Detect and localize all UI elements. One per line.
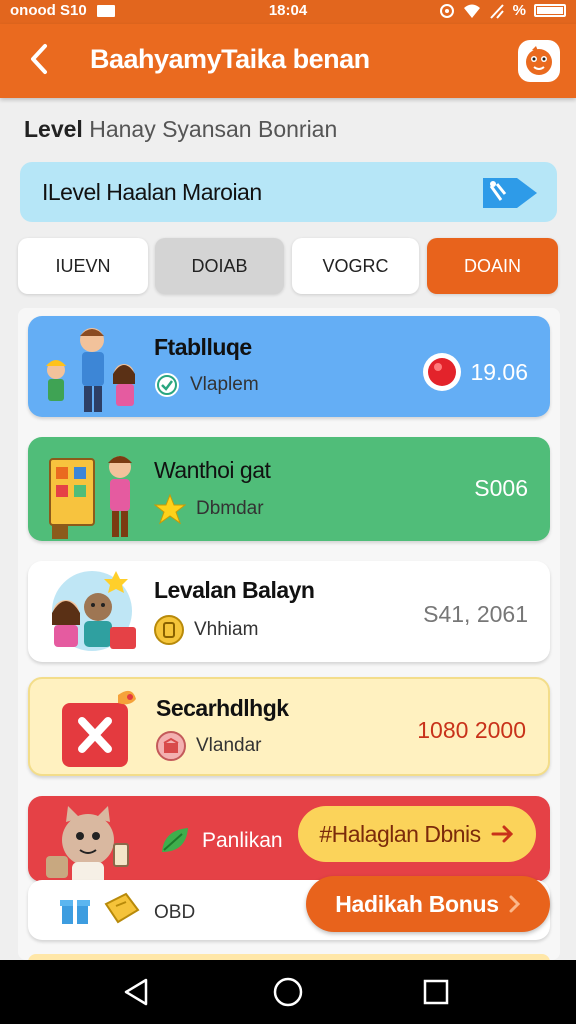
signal-icon (489, 3, 504, 19)
list-item[interactable]: Wanthoi gat Dbmdar S006 (28, 437, 550, 541)
system-nav-bar (0, 960, 576, 1024)
card-value: S006 (474, 475, 528, 501)
battery-percent: % (512, 2, 526, 19)
list-item[interactable]: Secarhdlhgk Vlandar 1080 2000 (28, 677, 550, 776)
profile-button[interactable] (518, 40, 560, 82)
app-bar: BaahyamyTaika benan (0, 24, 576, 98)
star-icon (154, 493, 186, 525)
nav-home-button[interactable] (268, 974, 308, 1010)
wifi-icon (463, 4, 480, 18)
leaf-icon (162, 828, 188, 852)
card-subtitle-text: Vhhiam (194, 619, 259, 640)
list-item[interactable]: Ftablluqe Vlaplem 19.06 (28, 316, 550, 417)
level-banner[interactable]: ILevel Haalan Maroian (20, 162, 557, 222)
card-subtitle: Panlikan (158, 824, 283, 858)
family-illustration (46, 328, 135, 412)
list-item[interactable]: Panlikan #Halaglan Dbnis (28, 796, 550, 882)
card-subtitle-text: Vlandar (196, 735, 262, 756)
card-subtitle: Vhhiam (154, 615, 258, 645)
subtitle-bold: Level (24, 116, 83, 142)
hadikah-bonus-button[interactable]: Hadikah Bonus (306, 876, 550, 932)
card-subtitle-text: Panlikan (202, 829, 283, 852)
subtitle-rest: Hanay Syansan Bonrian (82, 116, 338, 142)
level-tabs: IUEVN DOIAB VOGRC DOAIN (18, 238, 560, 294)
mascot-icon (526, 46, 552, 75)
card-title: Wanthoi gat (154, 457, 271, 483)
hadikah-button-label: Hadikah Bonus (335, 890, 499, 917)
shop-illustration (49, 456, 132, 539)
battery-icon (534, 4, 566, 17)
circle-home-icon (273, 977, 303, 1007)
card-title: Levalan Balayn (154, 577, 315, 603)
card-subtitle: Vlaplem (154, 372, 259, 398)
tab-doain[interactable]: DOAIN (427, 238, 558, 294)
alarm-icon (439, 3, 454, 18)
card-value: 1080 2000 (417, 717, 526, 743)
tab-vogrc[interactable]: VOGRC (292, 238, 419, 294)
list-item[interactable]: Levalan Balayn Vhhiam S41, 2061 (28, 561, 550, 662)
check-circle-icon (155, 373, 179, 397)
tab-doiab[interactable]: DOIAB (155, 238, 284, 294)
people-illustration (52, 571, 136, 651)
bottom-card-label: OBD (154, 902, 196, 923)
chevron-right-icon (509, 895, 520, 913)
nav-back-button[interactable] (116, 974, 156, 1010)
red-dot-icon (423, 353, 462, 391)
back-button[interactable] (22, 42, 58, 78)
tab-iuevn[interactable]: IUEVN (18, 238, 148, 294)
nav-recents-button[interactable] (416, 974, 456, 1010)
card-subtitle-text: Vlaplem (190, 374, 259, 395)
card-title: Secarhdlhgk (156, 695, 289, 721)
coin-icon (154, 615, 184, 645)
card-subtitle: Vlandar (156, 731, 262, 761)
card-value: S41, 2061 (423, 601, 528, 627)
square-recents-icon (423, 979, 449, 1005)
page-subtitle: Level Hanay Syansan Bonrian (24, 116, 337, 143)
card-value: 19.06 (422, 352, 528, 392)
bonus-pill-label: #Halaglan Dbnis (319, 820, 481, 847)
status-bar: onood S10 18:04 % (0, 0, 576, 24)
triangle-back-icon (124, 978, 148, 1006)
arrow-right-icon (491, 825, 513, 843)
chevron-left-icon (31, 44, 47, 74)
card-title: Ftablluqe (154, 334, 252, 360)
gift-box-illustration (62, 690, 136, 767)
tag-arrow-icon (479, 172, 543, 219)
app-title: BaahyamyTaika benan (90, 44, 370, 74)
halaglan-bonus-button[interactable]: #Halaglan Dbnis (298, 806, 536, 862)
present-icon (60, 900, 90, 924)
card-value-text: 19.06 (470, 358, 528, 385)
card-subtitle-text: Dbmdar (196, 498, 264, 519)
cat-mascot-illustration (46, 806, 129, 882)
ticket-icon (104, 892, 140, 924)
card-subtitle: Dbmdar (154, 493, 264, 525)
banner-text: ILevel Haalan Maroian (42, 179, 262, 205)
gift-icon (156, 731, 186, 761)
